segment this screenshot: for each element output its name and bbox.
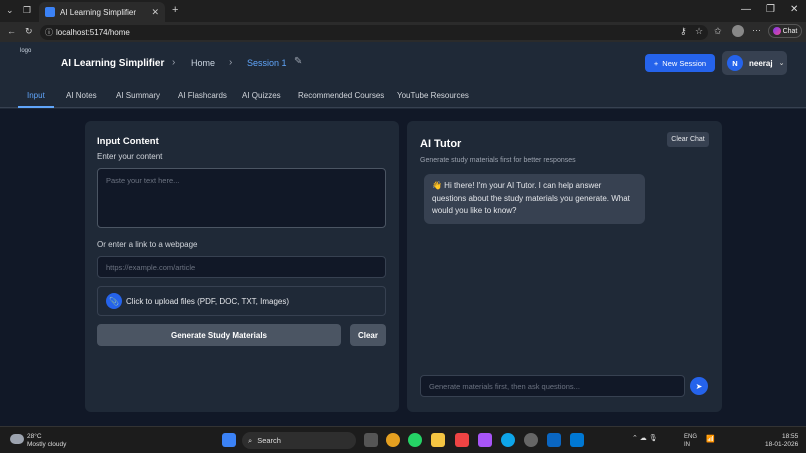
- generate-button[interactable]: Generate Study Materials: [97, 324, 341, 346]
- weather-text: Mostly cloudy: [27, 441, 67, 448]
- refresh-icon[interactable]: ↻: [25, 26, 33, 37]
- chevron-right-icon: ›: [172, 57, 176, 68]
- link-placeholder: https://example.com/article: [106, 262, 196, 272]
- clock[interactable]: 18:55 18-01-2026: [765, 433, 798, 449]
- linkedin-icon[interactable]: [547, 433, 561, 447]
- active-tab-indicator: [18, 106, 54, 108]
- more-icon[interactable]: ···: [752, 25, 761, 35]
- app-window: logo AI Learning Simplifier › Home › Ses…: [0, 42, 806, 426]
- new-tab-icon[interactable]: +: [172, 4, 178, 16]
- close-window-icon[interactable]: ✕: [790, 4, 798, 15]
- main-content: Input Content Enter your content Paste y…: [0, 109, 806, 426]
- start-icon[interactable]: [222, 433, 236, 447]
- tab-input[interactable]: Input: [27, 91, 45, 100]
- url-field[interactable]: ⓘ localhost:5174/home: [40, 25, 708, 40]
- chat-input[interactable]: Generate materials first, then ask quest…: [420, 375, 685, 397]
- temperature: 28°C: [27, 433, 42, 440]
- breadcrumb-home[interactable]: Home: [191, 58, 215, 68]
- url-text: localhost:5174/home: [56, 28, 130, 37]
- favorite-star-icon[interactable]: ☆: [695, 26, 703, 37]
- edit-pencil-icon[interactable]: ✎: [294, 56, 302, 67]
- language-indicator[interactable]: ENG IN: [684, 433, 697, 449]
- clear-chat-button[interactable]: Clear Chat: [667, 132, 709, 147]
- chat-label: Chat: [782, 27, 798, 35]
- windows-taskbar: 28°C Mostly cloudy ⌕ Search ⌃ ☁ 🎙 ENG IN…: [0, 426, 806, 453]
- content-label: Enter your content: [97, 152, 163, 161]
- chevron-down-icon: ⌄: [778, 60, 785, 67]
- tutor-subtitle: Generate study materials first for bette…: [420, 157, 576, 164]
- tab-ai-summary[interactable]: AI Summary: [116, 91, 160, 100]
- edge-icon[interactable]: [501, 433, 515, 447]
- minimize-icon[interactable]: —: [741, 4, 751, 15]
- link-input[interactable]: https://example.com/article: [97, 256, 386, 278]
- chrome-icon[interactable]: [386, 433, 400, 447]
- chevron-right-icon: ›: [229, 57, 233, 68]
- date: 18-01-2026: [765, 441, 799, 448]
- feature-tabs: Input AI Notes AI Summary AI Flashcards …: [0, 84, 806, 108]
- copilot-chat-button[interactable]: Chat: [768, 24, 802, 38]
- input-panel-title: Input Content: [97, 136, 159, 147]
- app-title: AI Learning Simplifier: [61, 58, 165, 69]
- content-placeholder: Paste your text here...: [106, 176, 180, 185]
- new-session-label: New Session: [662, 58, 707, 68]
- tab-youtube-resources[interactable]: YouTube Resources: [397, 91, 469, 100]
- lang-bottom: IN: [684, 442, 690, 448]
- maximize-icon[interactable]: ❐: [766, 4, 775, 15]
- address-bar-row: ← ↻ ⓘ localhost:5174/home ⚷ ☆ ✩ ···: [0, 22, 806, 42]
- tab-ai-notes[interactable]: AI Notes: [66, 91, 97, 100]
- tray-icons[interactable]: ⌃ ☁ 🎙: [632, 434, 658, 442]
- favicon-icon: [45, 7, 55, 17]
- taskbar-search[interactable]: ⌕ Search: [242, 432, 356, 449]
- breadcrumb-session[interactable]: Session 1: [247, 58, 287, 68]
- tab-ai-quizzes[interactable]: AI Quizzes: [242, 91, 281, 100]
- chat-placeholder: Generate materials first, then ask quest…: [429, 381, 580, 391]
- upload-label: Click to upload files (PDF, DOC, TXT, Im…: [126, 296, 290, 306]
- tutor-message-bubble: 👋 Hi there! I'm your AI Tutor. I can hel…: [424, 174, 645, 224]
- link-label: Or enter a link to a webpage: [97, 240, 198, 249]
- cloud-icon: [10, 434, 24, 444]
- search-label: Search: [257, 436, 281, 445]
- task-view-icon[interactable]: [364, 433, 378, 447]
- vscode-icon[interactable]: [570, 433, 584, 447]
- weather-widget[interactable]: 28°C Mostly cloudy: [10, 433, 66, 449]
- new-session-button[interactable]: + New Session: [645, 54, 715, 72]
- tab-list-icon[interactable]: ⌄: [6, 5, 14, 16]
- content-textarea[interactable]: Paste your text here...: [97, 168, 386, 228]
- site-info-icon[interactable]: ⓘ: [45, 27, 53, 38]
- lang-top: ENG: [684, 434, 698, 440]
- chatgpt-icon[interactable]: [524, 433, 538, 447]
- input-panel: Input Content Enter your content Paste y…: [85, 121, 399, 412]
- wifi-icon[interactable]: 📶: [706, 435, 715, 443]
- profile-icon[interactable]: [732, 25, 744, 37]
- avatar: N: [727, 55, 743, 71]
- file-explorer-icon[interactable]: [431, 433, 445, 447]
- tab-recommended-courses[interactable]: Recommended Courses: [298, 91, 384, 100]
- clear-button[interactable]: Clear: [350, 324, 386, 346]
- copilot-taskbar-icon[interactable]: [478, 433, 492, 447]
- key-icon[interactable]: ⚷: [680, 26, 687, 37]
- tab-ai-flashcards[interactable]: AI Flashcards: [178, 91, 227, 100]
- paperclip-icon: 📎: [106, 293, 122, 309]
- browser-tab[interactable]: AI Learning Simplifier ✕: [39, 2, 165, 22]
- ai-tutor-panel: AI Tutor Generate study materials first …: [407, 121, 722, 412]
- file-upload-area[interactable]: 📎 Click to upload files (PDF, DOC, TXT, …: [97, 286, 386, 316]
- time: 18:55: [781, 433, 799, 440]
- collections-icon[interactable]: ✩: [714, 26, 722, 37]
- logo-image: logo: [20, 48, 32, 54]
- send-icon[interactable]: ➤: [690, 377, 708, 395]
- browser-tab-title: AI Learning Simplifier: [60, 7, 137, 17]
- user-name: neeraj: [749, 58, 773, 68]
- tutor-title: AI Tutor: [420, 138, 462, 150]
- youtube-icon[interactable]: [455, 433, 469, 447]
- plus-icon: +: [653, 58, 659, 68]
- close-tab-icon[interactable]: ✕: [151, 7, 159, 18]
- app-header: logo AI Learning Simplifier › Home › Ses…: [0, 42, 806, 84]
- whatsapp-icon[interactable]: [408, 433, 422, 447]
- browser-tab-strip: ⌄ ❐ AI Learning Simplifier ✕ + — ❐ ✕: [0, 0, 806, 22]
- search-icon: ⌕: [248, 435, 253, 445]
- copilot-icon: [772, 27, 781, 35]
- user-menu-button[interactable]: N neeraj ⌄: [722, 51, 787, 75]
- back-icon[interactable]: ←: [7, 26, 16, 36]
- workspaces-icon[interactable]: ❐: [23, 5, 31, 16]
